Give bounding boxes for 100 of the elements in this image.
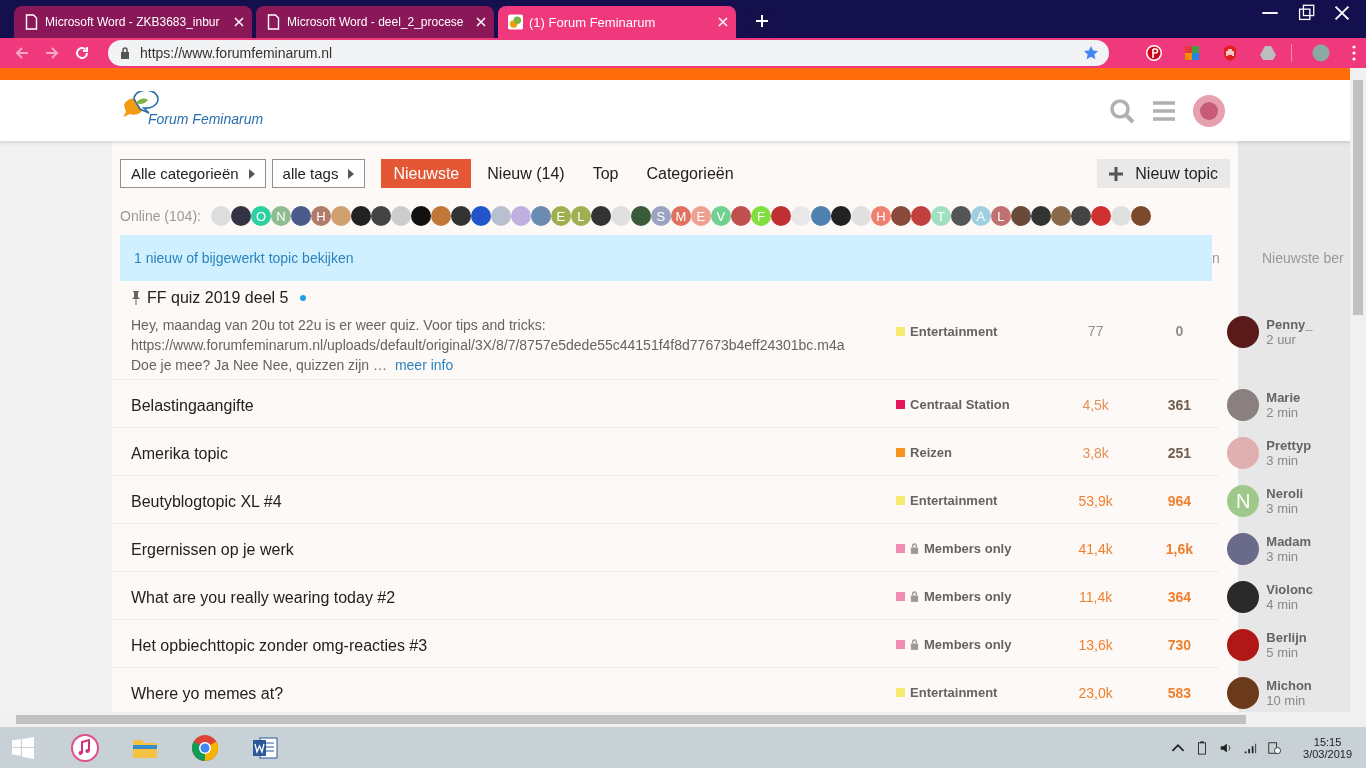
user-avatar[interactable]	[830, 206, 851, 226]
category-label[interactable]: Entertainment	[910, 493, 998, 508]
view-count: 11,4k	[1079, 588, 1113, 605]
nav-tab[interactable]: Categorieën	[634, 159, 746, 188]
category-label[interactable]: Reizen	[910, 445, 952, 460]
user-avatar[interactable]: L	[990, 206, 1011, 226]
nav-tab[interactable]: Nieuw (14)	[475, 159, 577, 188]
reply-count: 730	[1167, 636, 1192, 653]
reload-icon[interactable]	[74, 45, 90, 61]
user-avatar[interactable]	[350, 206, 371, 226]
caret-icon	[248, 168, 255, 179]
post-time: 3 min	[1266, 549, 1300, 564]
user-avatar[interactable]	[410, 206, 431, 226]
chrome-icon[interactable]	[191, 733, 219, 762]
poster-name[interactable]: Violonc	[1266, 582, 1313, 597]
reply-count: 361	[1167, 396, 1192, 413]
user-avatar[interactable]	[370, 206, 391, 226]
lock-icon	[120, 47, 130, 59]
view-count: 13,6k	[1078, 636, 1113, 653]
reply-count: 251	[1167, 444, 1192, 461]
user-avatar[interactable]: H	[310, 206, 331, 226]
poster-name[interactable]: Marie	[1266, 390, 1301, 405]
horizontal-scrollbar[interactable]	[0, 712, 1366, 727]
topic-title[interactable]: Het opbiechttopic zonder omg-reacties #3	[131, 636, 428, 655]
nav-tab[interactable]: Nieuwste	[381, 159, 472, 188]
category-label[interactable]: Centraal Station	[910, 397, 1010, 412]
user-avatar[interactable]	[1227, 677, 1260, 709]
browser-tab[interactable]: (1) Forum Feminarum	[498, 6, 736, 38]
nav-tab[interactable]: Top	[580, 159, 631, 188]
user-avatar[interactable]	[230, 206, 251, 226]
topic-title[interactable]: Belastingaangifte	[131, 396, 254, 415]
topic-excerpt: Hey, maandag van 20u tot 22u is er weer quiz. Voor tips and tricks: https://www.forumfeminarum.nl/uploads/default/original/3X/8/7/8757e5dede55c44151f4f8d77673b4eff24301bc.m4a Doe je mee? Ja Nee Nee, quizzen zijn … meer info	[131, 316, 846, 375]
online-count: Online (104):	[120, 208, 201, 224]
new-topic-button[interactable]: Nieuw topic	[1097, 159, 1230, 188]
poster-name[interactable]: Madam	[1266, 534, 1312, 549]
close-icon[interactable]	[234, 17, 244, 27]
category-label[interactable]: Members only	[924, 589, 1012, 604]
post-time: 10 min	[1266, 693, 1307, 708]
reply-count: 364	[1167, 588, 1192, 605]
topic-title[interactable]: Beutyblogtopic XL #4	[131, 492, 282, 511]
clock-date[interactable]: 3/03/2019	[1303, 747, 1352, 760]
user-avatar[interactable]	[1227, 315, 1260, 348]
caret-icon	[348, 168, 355, 179]
reply-count: 0	[1175, 323, 1184, 339]
category-label[interactable]: Members only	[924, 541, 1012, 556]
document-icon	[24, 14, 39, 30]
view-count: 3,8k	[1082, 444, 1109, 461]
post-time: 2 min	[1266, 405, 1300, 420]
topic-title[interactable]: What are you really wearing today #2	[131, 588, 396, 607]
close-icon[interactable]	[476, 17, 486, 27]
windows-start-icon[interactable]	[12, 736, 34, 759]
browser-tab[interactable]: Microsoft Word - ZKB3683_inbur	[14, 6, 252, 38]
music-note-icon[interactable]	[71, 733, 99, 762]
category-label[interactable]: Members only	[924, 637, 1012, 652]
view-count: 53,9k	[1078, 492, 1113, 509]
category-label[interactable]: Entertainment	[910, 323, 998, 339]
topic-title[interactable]: Where yo memes at?	[131, 684, 284, 703]
poster-name[interactable]: Berlijn	[1266, 630, 1307, 645]
more-link[interactable]: meer info	[394, 357, 454, 373]
category-label[interactable]: Entertainment	[910, 685, 998, 700]
clock-time[interactable]: 15:15	[1313, 735, 1342, 748]
poster-name[interactable]: Neroli	[1266, 486, 1304, 501]
user-avatar[interactable]	[470, 206, 491, 226]
poster-name[interactable]: Michon	[1266, 678, 1312, 693]
pinterest-icon[interactable]	[1145, 44, 1163, 62]
site-logo-text[interactable]: Forum Feminarum	[148, 110, 264, 127]
user-avatar[interactable]	[1130, 206, 1151, 226]
plus-icon	[1109, 166, 1124, 181]
topic-title[interactable]: Amerika topic	[131, 444, 228, 463]
user-avatar[interactable]	[1227, 581, 1260, 613]
browser-tab[interactable]: Microsoft Word - deel_2_procese	[256, 6, 494, 38]
user-avatar[interactable]	[630, 206, 651, 226]
reply-count: 583	[1167, 684, 1192, 701]
post-time: 2 uur	[1266, 331, 1296, 347]
post-time: 3 min	[1266, 453, 1300, 468]
star-icon[interactable]	[1083, 45, 1099, 61]
reply-count: 1,6k	[1165, 540, 1193, 557]
topic-title[interactable]: Ergernissen op je werk	[131, 540, 294, 559]
user-avatar[interactable]	[1227, 629, 1260, 661]
view-count: 23,0k	[1078, 684, 1113, 701]
user-avatar[interactable]	[1030, 206, 1051, 226]
new-topics-banner[interactable]: 1 nieuw of bijgewerkt topic bekijken	[120, 235, 1212, 281]
user-avatar[interactable]	[950, 206, 971, 226]
address-bar[interactable]: https://www.forumfeminarum.nl	[108, 40, 1109, 66]
user-avatar[interactable]	[890, 206, 911, 226]
vertical-scrollbar[interactable]	[1350, 68, 1366, 712]
filter-dropdown[interactable]: alle tags	[271, 159, 366, 188]
view-count: 77	[1087, 323, 1104, 339]
filter-dropdown[interactable]: Alle categorieën	[120, 159, 266, 188]
poster-name[interactable]: Penny_	[1266, 316, 1313, 332]
menu-icon[interactable]	[1352, 45, 1356, 61]
user-avatar[interactable]	[290, 206, 311, 226]
user-avatar[interactable]	[1070, 206, 1091, 226]
post-time: 5 min	[1266, 645, 1300, 660]
user-avatar[interactable]: M	[670, 206, 691, 226]
user-avatar[interactable]	[450, 206, 471, 226]
user-avatar[interactable]	[1010, 206, 1031, 226]
poster-name[interactable]: Prettyp	[1266, 438, 1312, 453]
topic-title[interactable]: FF quiz 2019 deel 5	[147, 289, 289, 307]
user-avatar[interactable]	[590, 206, 611, 226]
